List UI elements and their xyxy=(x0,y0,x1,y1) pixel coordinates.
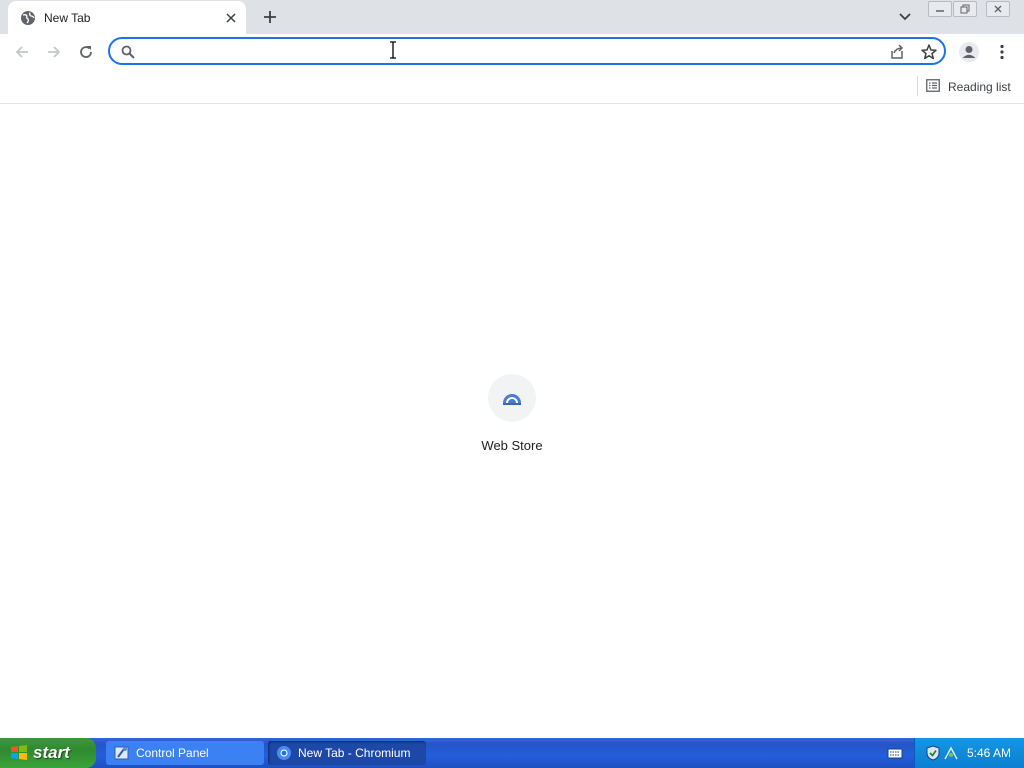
forward-button[interactable] xyxy=(40,38,68,66)
close-tab-icon[interactable] xyxy=(222,9,240,27)
tab-new-tab[interactable]: New Tab xyxy=(8,1,246,34)
back-button[interactable] xyxy=(8,38,36,66)
chromium-icon xyxy=(276,745,292,761)
toolbar xyxy=(0,34,1024,70)
restore-button[interactable] xyxy=(953,1,977,17)
search-icon xyxy=(120,44,136,60)
bookmark-star-icon[interactable] xyxy=(920,43,938,61)
windows-flag-icon xyxy=(10,744,28,762)
clock: 5:46 AM xyxy=(967,746,1012,760)
minimize-button[interactable] xyxy=(928,1,952,17)
text-cursor-icon xyxy=(388,41,398,59)
globe-icon xyxy=(20,10,36,26)
task-label: Control Panel xyxy=(136,746,209,760)
start-label: start xyxy=(33,743,70,762)
tab-title: New Tab xyxy=(44,11,91,25)
bookmarks-bar: Reading list xyxy=(0,70,1024,104)
control-panel-icon xyxy=(114,745,130,761)
network-icon[interactable] xyxy=(943,745,959,761)
new-tab-page: Web Store xyxy=(0,104,1024,738)
tab-search-button[interactable] xyxy=(894,6,916,28)
task-label: New Tab - Chromium xyxy=(298,746,411,760)
shortcut-label: Web Store xyxy=(481,438,543,453)
share-icon[interactable] xyxy=(888,43,906,61)
taskbar-control-panel[interactable]: Control Panel xyxy=(106,741,264,765)
profile-button[interactable] xyxy=(955,38,983,66)
system-tray: 5:46 AM xyxy=(914,738,1024,768)
menu-button[interactable] xyxy=(988,38,1016,66)
taskbar: start Control Panel New Tab - Chromium 5… xyxy=(0,738,1024,768)
reload-button[interactable] xyxy=(72,38,100,66)
start-button[interactable]: start xyxy=(0,738,96,768)
security-shield-icon[interactable] xyxy=(925,745,941,761)
shortcut-web-store[interactable]: Web Store xyxy=(462,374,562,464)
reading-list-label: Reading list xyxy=(948,80,1011,94)
reading-list-icon xyxy=(926,79,940,95)
address-bar[interactable] xyxy=(108,37,946,65)
close-window-button[interactable] xyxy=(986,1,1010,17)
taskbar-chromium[interactable]: New Tab - Chromium xyxy=(268,741,426,765)
bookmarks-separator xyxy=(917,76,918,96)
keyboard-icon[interactable] xyxy=(887,746,903,760)
address-input[interactable] xyxy=(144,41,878,63)
tab-strip: New Tab xyxy=(0,0,1024,34)
web-store-icon xyxy=(488,374,536,422)
new-tab-button[interactable] xyxy=(258,5,282,29)
reading-list-button[interactable]: Reading list xyxy=(926,76,1011,98)
